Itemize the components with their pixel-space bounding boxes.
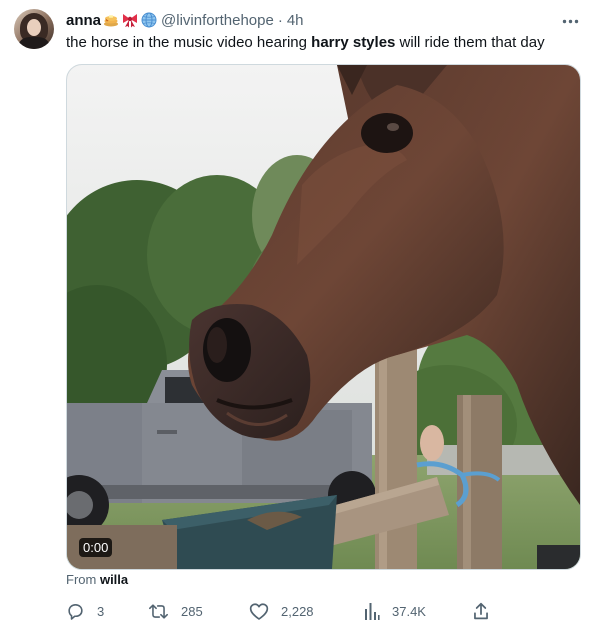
views-count: 37.4K [392,603,426,619]
tweet-text-start: the horse in the music video hearing [66,34,312,51]
tweet-text-end: will ride them that day [395,34,545,51]
ribbon-emoji-icon [121,12,139,28]
views-button[interactable]: 37.4K [364,601,426,621]
like-button[interactable]: 2,228 [249,601,314,621]
share-button[interactable] [472,601,490,621]
author-handle[interactable]: @livinforthehope [161,12,274,29]
avatar[interactable] [14,9,54,49]
media-source-link[interactable]: willa [100,572,128,587]
display-name[interactable]: anna [66,12,101,29]
header-separator: · [277,11,283,29]
action-bar: 3 285 2,228 37.4K [66,601,491,621]
tweet-text-bold: harry styles [311,34,396,51]
reply-icon [66,602,85,621]
reply-button[interactable]: 3 [66,601,104,621]
video-frame-image [67,65,580,569]
share-icon [472,602,490,621]
retweet-button[interactable]: 285 [148,601,203,621]
retweet-icon [148,602,169,621]
reply-count: 3 [97,603,105,619]
pancakes-emoji-icon [103,12,119,28]
media-source-prefix: From [66,572,100,587]
globe-emoji-icon [141,12,157,28]
like-count: 2,228 [281,603,314,619]
retweet-count: 285 [181,603,203,619]
more-dots-icon [562,11,579,29]
video-player[interactable]: 0:00 [66,64,581,570]
tweet[interactable]: anna @livinforthehope · 4h the horse in … [0,0,592,632]
tweet-text: the horse in the music video hearing har… [66,33,545,53]
video-duration-badge: 0:00 [79,538,113,557]
tweet-timestamp[interactable]: 4h [287,12,304,29]
media-source: From willa [66,572,128,588]
tweet-header: anna @livinforthehope · 4h [66,10,304,30]
avatar-body [19,37,49,49]
avatar-face [27,19,41,36]
heart-icon [249,602,269,621]
views-bar-icon [364,602,380,620]
more-button[interactable] [560,10,580,30]
